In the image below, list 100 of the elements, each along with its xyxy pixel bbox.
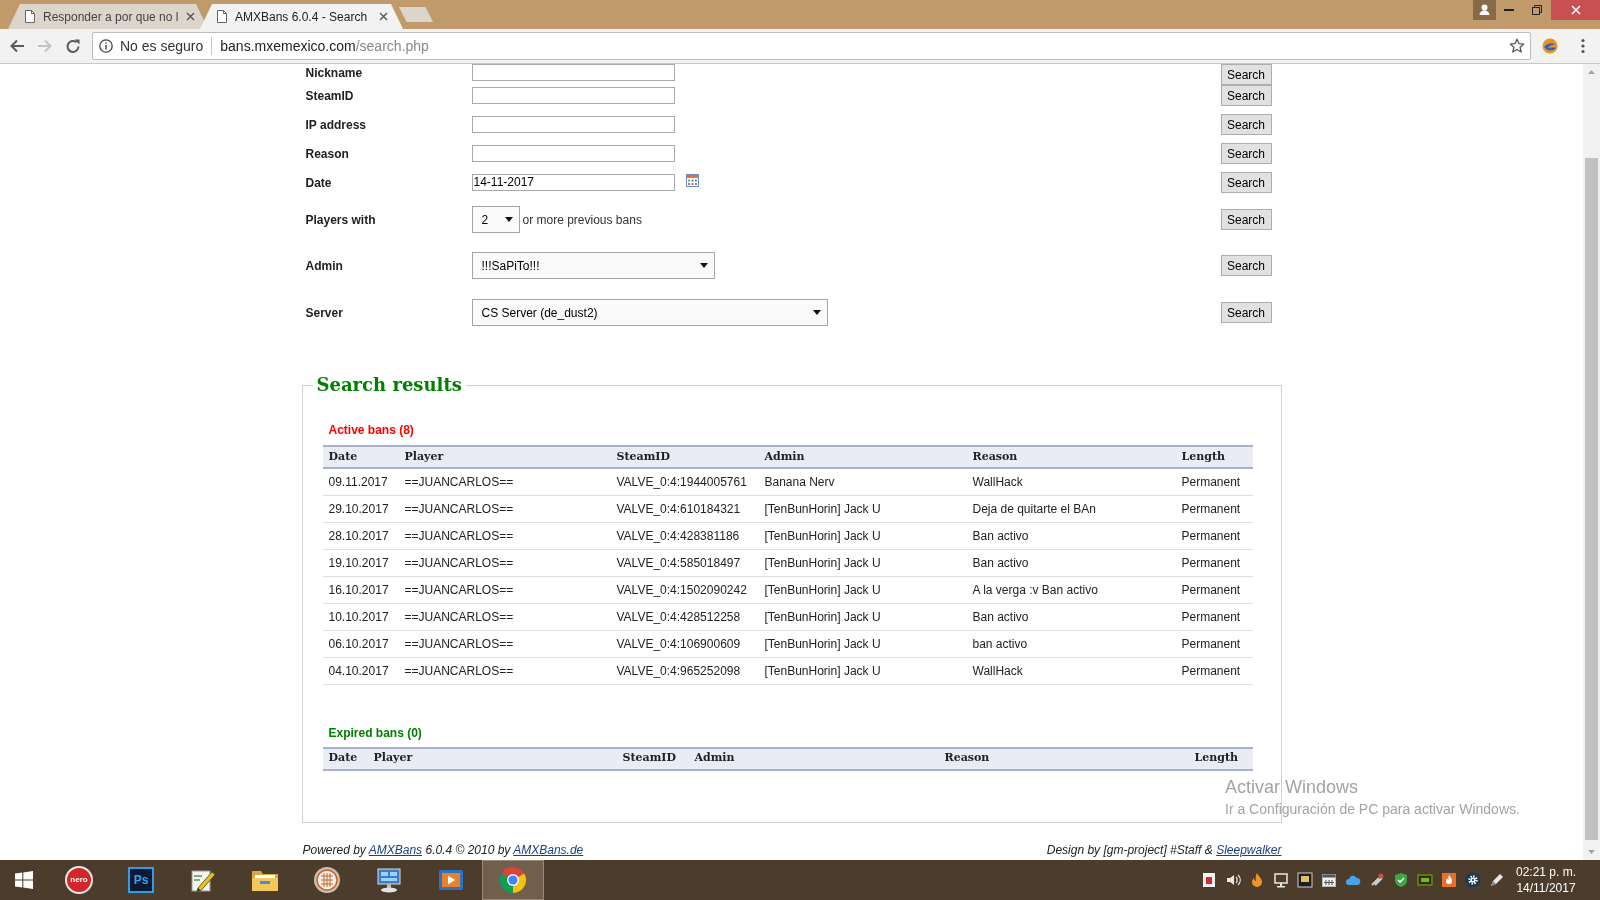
address-bar[interactable]: No es seguro bans.mxemexico.com/search.php — [92, 32, 1531, 60]
calendar-icon[interactable] — [1321, 872, 1337, 888]
info-icon[interactable] — [99, 39, 113, 53]
search-button[interactable]: Search — [1220, 172, 1272, 193]
flame-icon[interactable] — [1249, 872, 1265, 888]
monitor-icon[interactable] — [1273, 872, 1289, 888]
security-label[interactable]: No es seguro — [120, 35, 204, 57]
orb-icon[interactable] — [1542, 38, 1558, 54]
back-icon[interactable] — [9, 38, 25, 54]
shield-icon[interactable] — [1393, 872, 1409, 888]
reload-icon[interactable] — [65, 38, 81, 54]
restore-icon[interactable] — [1532, 5, 1542, 15]
table-cell: Permanent — [1175, 549, 1253, 576]
monitor-icon — [375, 866, 403, 894]
table-cell: 28.10.2017 — [322, 522, 399, 549]
caret-icon — [812, 310, 821, 315]
close-button[interactable] — [1551, 0, 1600, 20]
table-cell: WallHack — [966, 657, 1176, 684]
search-button[interactable]: Search — [1220, 255, 1272, 276]
field-label: SteamID — [304, 87, 355, 105]
user-icon[interactable] — [1473, 0, 1496, 20]
table-cell: VALVE_0:4:1502090242 — [610, 576, 759, 603]
table-cell: 10.10.2017 — [322, 603, 399, 630]
footer-link[interactable]: AMXBans.de — [513, 843, 584, 857]
table-cell: VALVE_0:4:106900609 — [610, 630, 759, 657]
table-cell: ==JUANCARLOS== — [398, 468, 611, 495]
count-dropdown[interactable]: 2 — [471, 206, 520, 233]
column-header: Player — [398, 446, 611, 468]
clock-date[interactable]: 14/11/2017 — [1516, 880, 1576, 896]
activation-message: Ir a Configuración de PC para activar Windows. — [1225, 800, 1520, 818]
search-button[interactable]: Search — [1220, 143, 1272, 164]
caret-icon — [699, 263, 708, 268]
match-icon[interactable] — [1369, 872, 1385, 888]
column-header: SteamID — [616, 747, 689, 770]
table-cell: Banana Nerv — [758, 468, 967, 495]
speaker-icon[interactable] — [1225, 872, 1241, 888]
taskbar-app-button[interactable]: nero — [48, 860, 110, 900]
section-heading: Active bans (8) — [327, 422, 415, 438]
dropdown[interactable]: !!!SaPiTo!!! — [471, 252, 715, 279]
table-cell: [TenBunHorin] Jack U — [758, 657, 967, 684]
text-field[interactable] — [471, 87, 675, 104]
field-label: Players with — [304, 211, 377, 229]
table-cell: 06.10.2017 — [322, 630, 399, 657]
field-label: Admin — [304, 257, 344, 275]
scrollbar[interactable] — [1583, 64, 1600, 860]
window-icon[interactable] — [1297, 872, 1313, 888]
stop-icon[interactable] — [1201, 872, 1217, 888]
grid-disc-icon — [313, 866, 341, 894]
browser-tab[interactable]: AMXBans 6.0.4 - Search — [200, 4, 403, 29]
search-button[interactable]: Search — [1220, 114, 1272, 135]
table-cell: VALVE_0:4:585018497 — [610, 549, 759, 576]
pen-icon[interactable] — [1489, 872, 1505, 888]
table-cell: ==JUANCARLOS== — [398, 522, 611, 549]
column-header: Length — [1188, 747, 1253, 770]
dropdown[interactable]: CS Server (de_dust2) — [471, 299, 828, 326]
column-header: Date — [322, 446, 399, 468]
section-title: Search results — [315, 374, 463, 396]
url-text[interactable]: bans.mxemexico.com/search.php — [220, 35, 429, 57]
table-cell: 29.10.2017 — [322, 495, 399, 522]
table-cell: [TenBunHorin] Jack U — [758, 576, 967, 603]
page-icon — [217, 10, 227, 23]
close-icon[interactable] — [186, 12, 196, 21]
text-field[interactable] — [471, 145, 675, 162]
chip-icon[interactable] — [1417, 872, 1433, 888]
search-button[interactable]: Search — [1220, 85, 1272, 106]
start-icon — [15, 871, 33, 889]
column-header: Player — [367, 747, 617, 770]
table-cell: Permanent — [1175, 576, 1253, 603]
table-cell: ==JUANCARLOS== — [398, 549, 611, 576]
column-header: SteamID — [610, 446, 759, 468]
search-button[interactable]: Search — [1220, 64, 1272, 85]
search-button[interactable]: Search — [1220, 209, 1272, 230]
table-cell: VALVE_0:4:610184321 — [610, 495, 759, 522]
caret-icon — [504, 217, 513, 222]
column-header: Admin — [688, 747, 939, 770]
footer-link[interactable]: Sleepwalker — [1216, 843, 1282, 857]
flame-tile-icon[interactable] — [1441, 872, 1457, 888]
star-icon[interactable] — [1509, 38, 1525, 54]
table-cell: Ban activo — [966, 549, 1176, 576]
gear-disc-icon[interactable] — [1465, 872, 1481, 888]
scrollbar-thumb[interactable] — [1585, 158, 1598, 840]
footer-link[interactable]: AMXBans — [368, 843, 423, 857]
table-cell: Permanent — [1175, 495, 1253, 522]
text-field[interactable] — [471, 64, 675, 81]
search-button[interactable]: Search — [1220, 302, 1272, 323]
clock-time[interactable]: 02:21 p. m. — [1515, 864, 1576, 880]
table-cell: ==JUANCARLOS== — [398, 495, 611, 522]
taskbar-app-button[interactable]: Ps — [110, 860, 172, 900]
page-icon — [25, 10, 35, 23]
field-label: Server — [304, 304, 344, 322]
column-header: Reason — [966, 446, 1176, 468]
activation-title: Activar Windows — [1225, 776, 1360, 798]
date-field[interactable]: 14-11-2017 — [471, 174, 675, 191]
table-cell: Ban activo — [966, 603, 1176, 630]
close-icon[interactable] — [379, 12, 388, 21]
table-cell: A la verga :v Ban activo — [966, 576, 1176, 603]
text-field[interactable] — [471, 116, 675, 133]
field-label: Nickname — [304, 65, 364, 82]
field-hint: or more previous bans — [522, 211, 642, 229]
menu-icon[interactable] — [1581, 38, 1585, 54]
